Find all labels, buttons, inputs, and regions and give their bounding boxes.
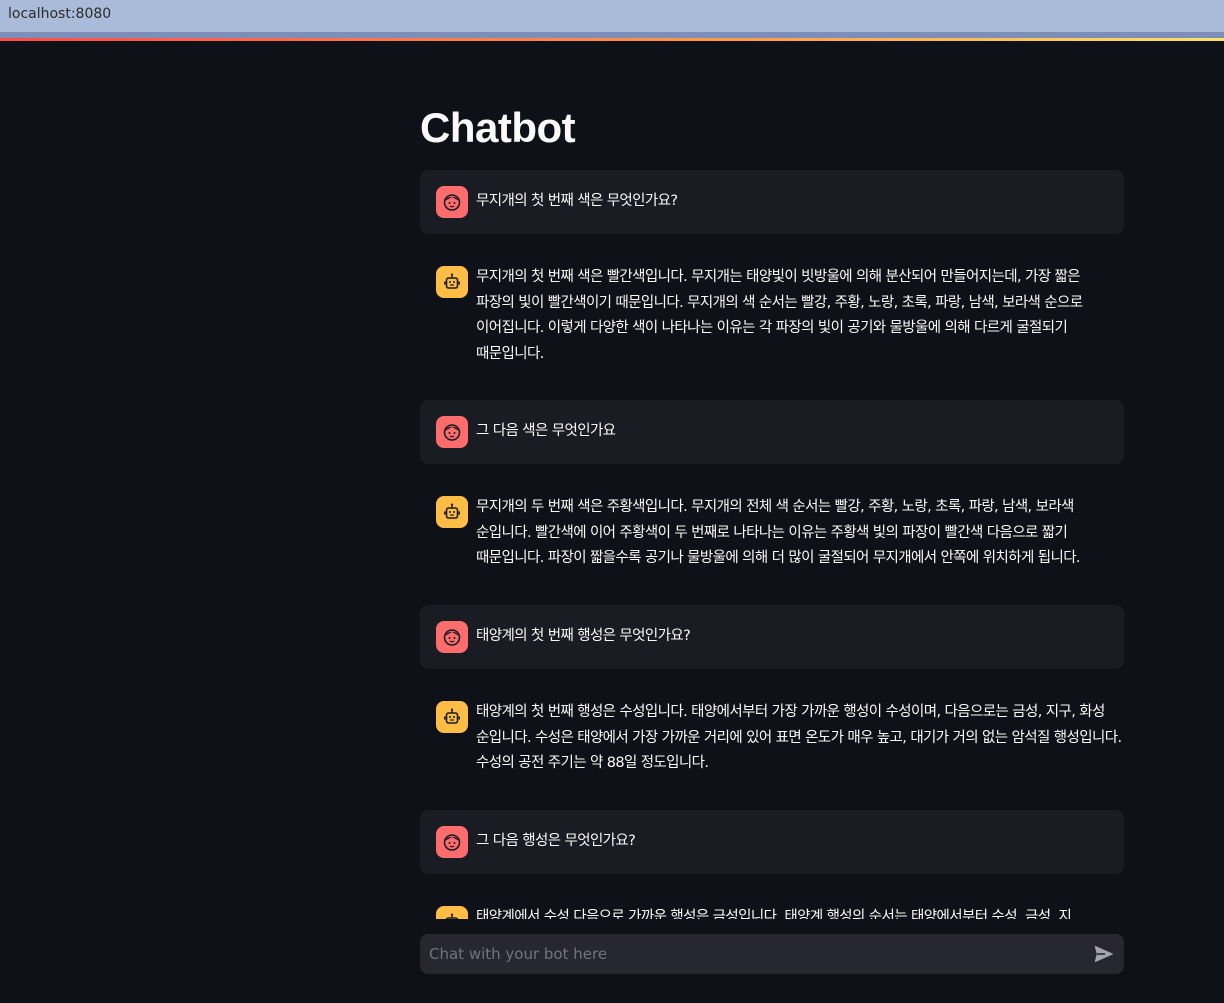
message-text: 무지개의 두 번째 색은 주황색입니다. 무지개의 전체 색 순서는 빨강, 주… xyxy=(476,499,1081,567)
chat-message-assistant: 무지개의 두 번째 색은 주황색입니다. 무지개의 전체 색 순서는 빨강, 주… xyxy=(420,480,1124,580)
message-text: 무지개의 첫 번째 색은 빨간색입니다. 무지개는 태양빛이 빗방울에 의해 분… xyxy=(476,269,1083,362)
bot-avatar-icon xyxy=(436,906,468,919)
chat-message-user: 태양계의 첫 번째 행성은 무엇인가요? xyxy=(420,605,1124,669)
user-avatar-icon xyxy=(436,621,468,653)
bot-avatar-icon xyxy=(436,701,468,733)
chat-message-user: 무지개의 첫 번째 색은 무엇인가요? xyxy=(420,170,1124,234)
chat-input-container[interactable] xyxy=(420,934,1124,974)
message-text: 무지개의 첫 번째 색은 무엇인가요? xyxy=(476,193,678,209)
send-button[interactable] xyxy=(1092,942,1116,966)
chat-message-user: 그 다음 색은 무엇인가요 xyxy=(420,400,1124,464)
chat-message-assistant: 태양계의 첫 번째 행성은 수성입니다. 태양에서부터 가장 가까운 행성이 수… xyxy=(420,685,1124,785)
send-icon xyxy=(1094,945,1114,963)
page-title: Chatbot xyxy=(420,104,576,151)
message-text: 그 다음 행성은 무엇인가요? xyxy=(476,833,636,849)
browser-address-bar[interactable]: localhost:8080 xyxy=(0,0,1224,32)
url-text[interactable]: localhost:8080 xyxy=(8,6,111,22)
bot-avatar-icon xyxy=(436,496,468,528)
user-avatar-icon xyxy=(436,416,468,448)
chat-input[interactable] xyxy=(420,934,1080,974)
message-text: 그 다음 색은 무엇인가요 xyxy=(476,423,616,439)
chat-message-assistant: 무지개의 첫 번째 색은 빨간색입니다. 무지개는 태양빛이 빗방울에 의해 분… xyxy=(420,250,1124,374)
bot-avatar-icon xyxy=(436,266,468,298)
user-avatar-icon xyxy=(436,826,468,858)
chat-message-user: 그 다음 행성은 무엇인가요? xyxy=(420,810,1124,874)
message-text: 태양계의 첫 번째 행성은 무엇인가요? xyxy=(476,628,691,644)
message-text: 태양계에서 수성 다음으로 가까운 행성은 금성입니다. 태양계 행성의 순서는… xyxy=(476,909,1072,919)
chat-main-area[interactable]: Chatbot 무지개의 첫 번째 색은 무엇인가요? 무지개의 첫 번째 색은… xyxy=(420,41,1124,919)
message-text: 태양계의 첫 번째 행성은 수성입니다. 태양에서부터 가장 가까운 행성이 수… xyxy=(476,704,1122,772)
chat-message-assistant: 태양계에서 수성 다음으로 가까운 행성은 금성입니다. 태양계 행성의 순서는… xyxy=(420,890,1124,919)
user-avatar-icon xyxy=(436,186,468,218)
